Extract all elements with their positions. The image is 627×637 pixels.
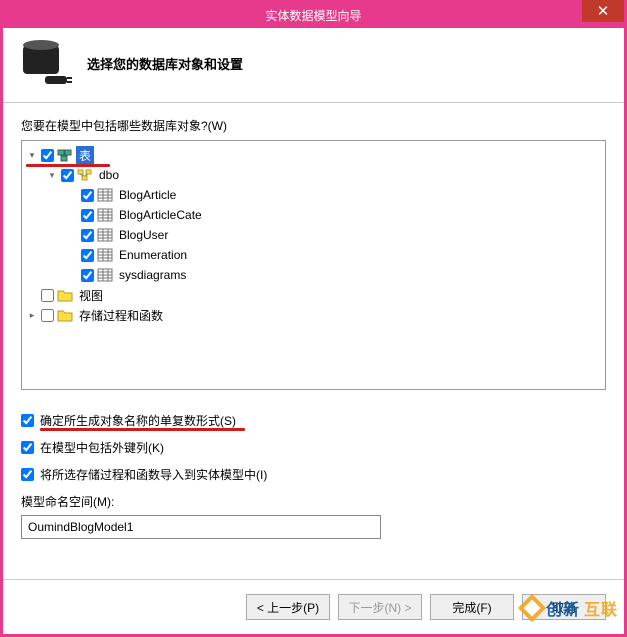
wizard-header: 选择您的数据库对象和设置	[3, 28, 624, 103]
tables-label: 表	[76, 146, 94, 165]
tree-node-table[interactable]: ▸ BlogArticleCate	[66, 205, 601, 225]
table-checkbox[interactable]	[81, 249, 94, 262]
pluralize-checkbox[interactable]	[21, 414, 34, 427]
foreignkey-option[interactable]: 在模型中包括外键列(K)	[21, 439, 606, 456]
foreignkey-label[interactable]: 在模型中包括外键列(K)	[40, 439, 164, 456]
namespace-label: 模型命名空间(M):	[21, 493, 606, 510]
table-icon	[97, 268, 113, 282]
folder-icon	[57, 288, 73, 302]
table-label: BlogUser	[116, 227, 171, 243]
table-icon	[97, 208, 113, 222]
finish-button[interactable]: 完成(F)	[430, 594, 514, 620]
expander-icon[interactable]: ▾	[46, 169, 58, 181]
tree-node-table[interactable]: ▸ BlogUser	[66, 225, 601, 245]
pluralize-label[interactable]: 确定所生成对象名称的单复数形式(S)	[40, 412, 236, 429]
table-checkbox[interactable]	[81, 209, 94, 222]
tables-checkbox[interactable]	[41, 149, 54, 162]
wizard-window: 实体数据模型向导 ✕ 选择您的数据库对象和设置 您要在模型中包括哪些数据库对象?…	[0, 0, 627, 637]
procs-checkbox[interactable]	[41, 309, 54, 322]
importprocs-label[interactable]: 将所选存储过程和函数导入到实体模型中(I)	[40, 466, 267, 483]
window-title: 实体数据模型向导	[265, 7, 361, 24]
table-icon	[97, 188, 113, 202]
titlebar: 实体数据模型向导 ✕	[3, 3, 624, 28]
table-checkbox[interactable]	[81, 229, 94, 242]
table-checkbox[interactable]	[81, 189, 94, 202]
previous-button[interactable]: < 上一步(P)	[246, 594, 330, 620]
objects-prompt: 您要在模型中包括哪些数据库对象?(W)	[21, 117, 606, 134]
namespace-input[interactable]	[21, 515, 381, 539]
importprocs-checkbox[interactable]	[21, 468, 34, 481]
importprocs-option[interactable]: 将所选存储过程和函数导入到实体模型中(I)	[21, 466, 606, 483]
pluralize-option[interactable]: 确定所生成对象名称的单复数形式(S)	[21, 412, 606, 429]
next-button: 下一步(N) >	[338, 594, 422, 620]
wizard-content: 您要在模型中包括哪些数据库对象?(W) ▾ 表	[3, 103, 624, 553]
schema-label: dbo	[96, 167, 122, 183]
tree-node-table[interactable]: ▸ sysdiagrams	[66, 265, 601, 285]
close-icon: ✕	[597, 2, 610, 20]
tree-node-tables[interactable]: ▾ 表	[26, 145, 601, 165]
folder-icon	[57, 308, 73, 322]
tree-node-schema[interactable]: ▾ dbo	[46, 165, 601, 185]
close-button[interactable]: ✕	[582, 0, 624, 22]
views-label: 视图	[76, 286, 106, 305]
tables-group-icon	[57, 148, 73, 162]
table-icon	[97, 228, 113, 242]
expander-icon[interactable]: ▾	[26, 149, 38, 161]
tree-node-procs[interactable]: ▸ 存储过程和函数	[26, 305, 601, 325]
procs-label: 存储过程和函数	[76, 306, 166, 325]
table-checkbox[interactable]	[81, 269, 94, 282]
objects-tree[interactable]: ▾ 表 ▾	[21, 140, 606, 390]
foreignkey-checkbox[interactable]	[21, 441, 34, 454]
tree-node-table[interactable]: ▸ Enumeration	[66, 245, 601, 265]
expander-icon[interactable]: ▸	[26, 309, 38, 321]
cancel-button[interactable]: 取消	[522, 594, 606, 620]
database-icon	[21, 42, 69, 84]
table-label: sysdiagrams	[116, 267, 189, 283]
schema-icon	[77, 168, 93, 182]
views-checkbox[interactable]	[41, 289, 54, 302]
tree-node-table[interactable]: ▸ BlogArticle	[66, 185, 601, 205]
table-label: Enumeration	[116, 247, 190, 263]
header-title: 选择您的数据库对象和设置	[87, 54, 243, 73]
schema-checkbox[interactable]	[61, 169, 74, 182]
tree-node-views[interactable]: ▸ 视图	[26, 285, 601, 305]
table-label: BlogArticleCate	[116, 207, 205, 223]
options-section: 确定所生成对象名称的单复数形式(S) 在模型中包括外键列(K) 将所选存储过程和…	[21, 412, 606, 539]
table-icon	[97, 248, 113, 262]
wizard-footer: < 上一步(P) 下一步(N) > 完成(F) 取消	[3, 579, 624, 634]
table-label: BlogArticle	[116, 187, 179, 203]
